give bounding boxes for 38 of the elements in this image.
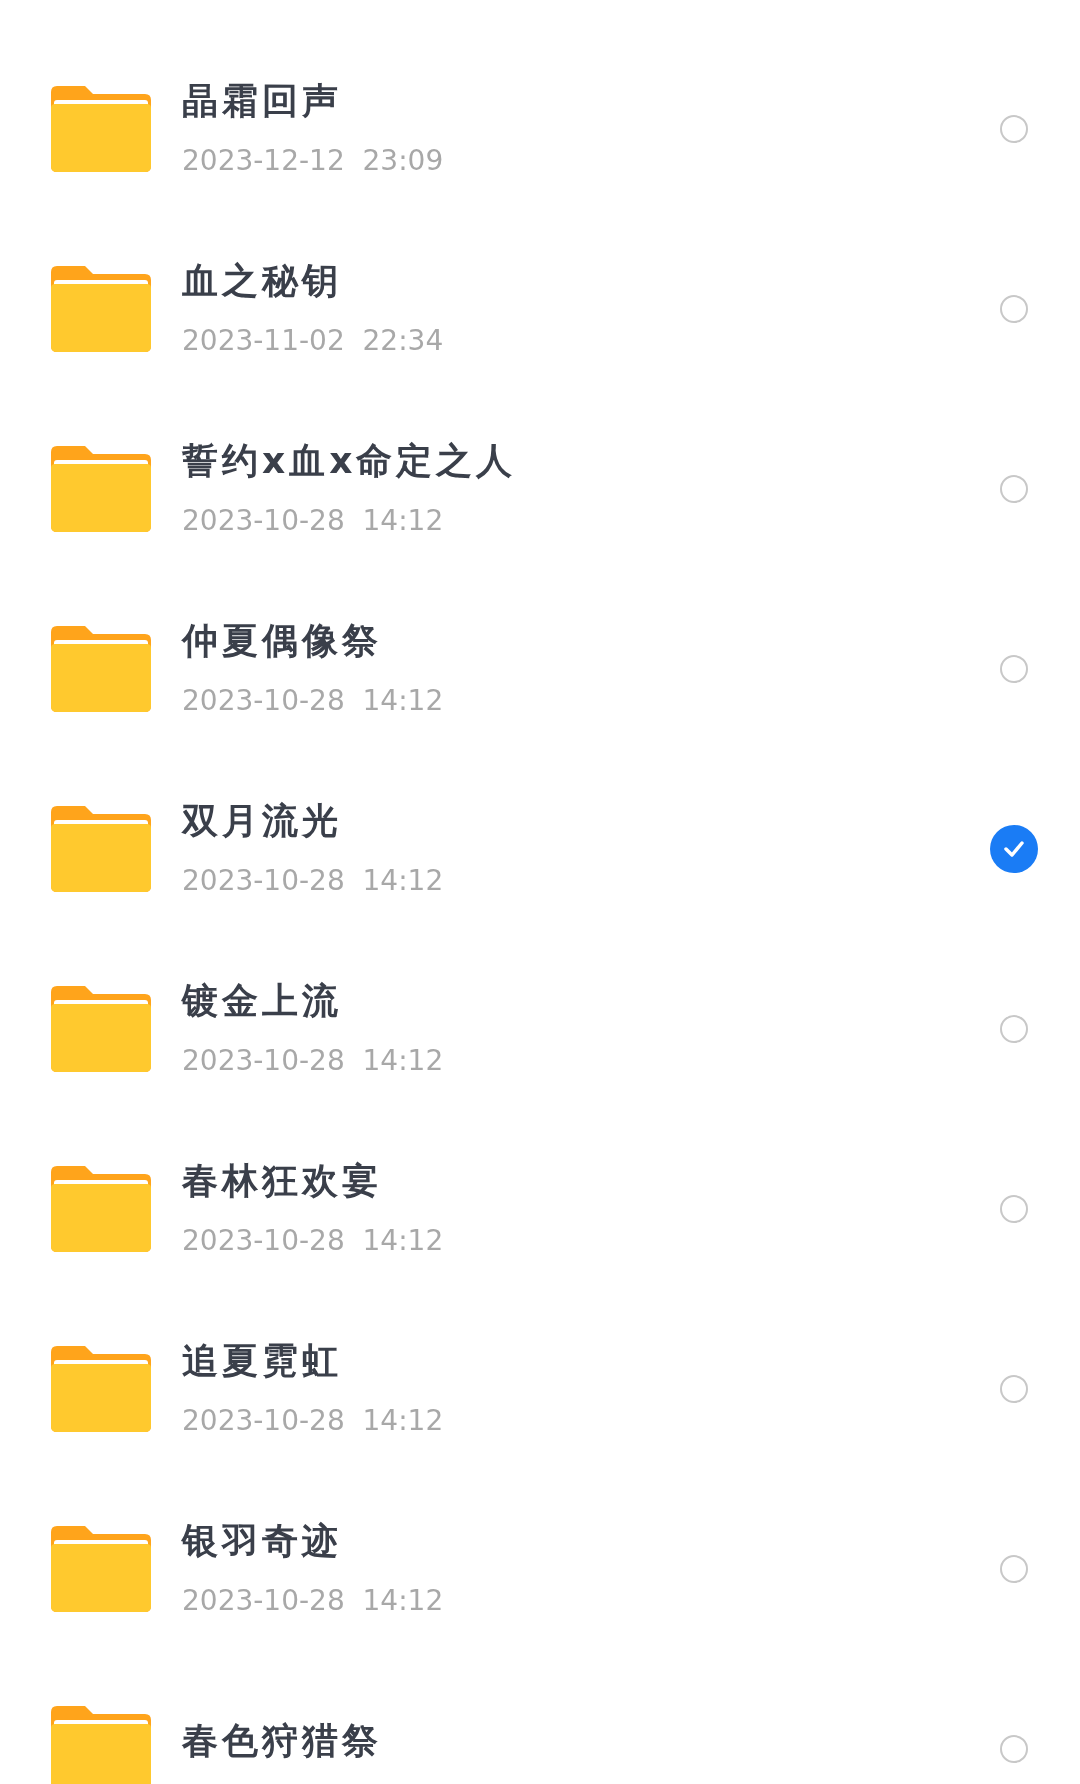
- folder-name: 春林狂欢宴: [182, 1159, 383, 1203]
- folder-date: 2023-10-28 14:12: [182, 863, 445, 899]
- folder-date: 2023-10-28 14:12: [182, 1583, 445, 1619]
- radio-button[interactable]: [1000, 1555, 1028, 1583]
- folder-name: 追夏霓虹: [182, 1339, 343, 1383]
- folder-name: 镀金上流: [182, 979, 343, 1023]
- radio-button[interactable]: [1000, 655, 1028, 683]
- folder-name: 血之秘钥: [182, 259, 343, 303]
- radio-button[interactable]: [1000, 475, 1028, 503]
- folder-name: 晶霜回声: [182, 79, 343, 123]
- radio-button[interactable]: [1000, 295, 1028, 323]
- folder-icon: [51, 806, 151, 892]
- folder-name: 誓约x血x命定之人: [182, 439, 518, 483]
- folder-date: 2023-12-12 23:09: [182, 143, 445, 179]
- folder-date: 2023-10-28 14:12: [182, 683, 445, 719]
- folder-date: 2023-10-28 14:12: [182, 1403, 445, 1439]
- folder-name: 双月流光: [182, 799, 343, 843]
- radio-button[interactable]: [1000, 1015, 1028, 1043]
- folder-name: 银羽奇迹: [182, 1519, 343, 1563]
- checked-radio[interactable]: [990, 825, 1038, 873]
- folder-icon: [51, 1346, 151, 1432]
- folder-icon: [51, 1526, 151, 1612]
- folder-date: 2023-11-02 22:34: [182, 323, 445, 359]
- folder-date: 2023-10-28 14:12: [182, 503, 445, 539]
- folder-icon: [51, 626, 151, 712]
- folder-icon: [51, 446, 151, 532]
- folder-icon: [51, 1166, 151, 1252]
- folder-name: 春色狩猎祭: [182, 1719, 383, 1763]
- folder-icon: [51, 86, 151, 172]
- radio-button[interactable]: [1000, 1735, 1028, 1763]
- folder-date: 2023-10-28 14:12: [182, 1043, 445, 1079]
- radio-button[interactable]: [1000, 115, 1028, 143]
- folder-date: 2023-10-28 14:12: [182, 1223, 445, 1259]
- radio-button[interactable]: [1000, 1375, 1028, 1403]
- folder-icon: [51, 266, 151, 352]
- folder-name: 仲夏偶像祭: [182, 619, 383, 663]
- folder-icon: [51, 986, 151, 1072]
- radio-button[interactable]: [1000, 1195, 1028, 1223]
